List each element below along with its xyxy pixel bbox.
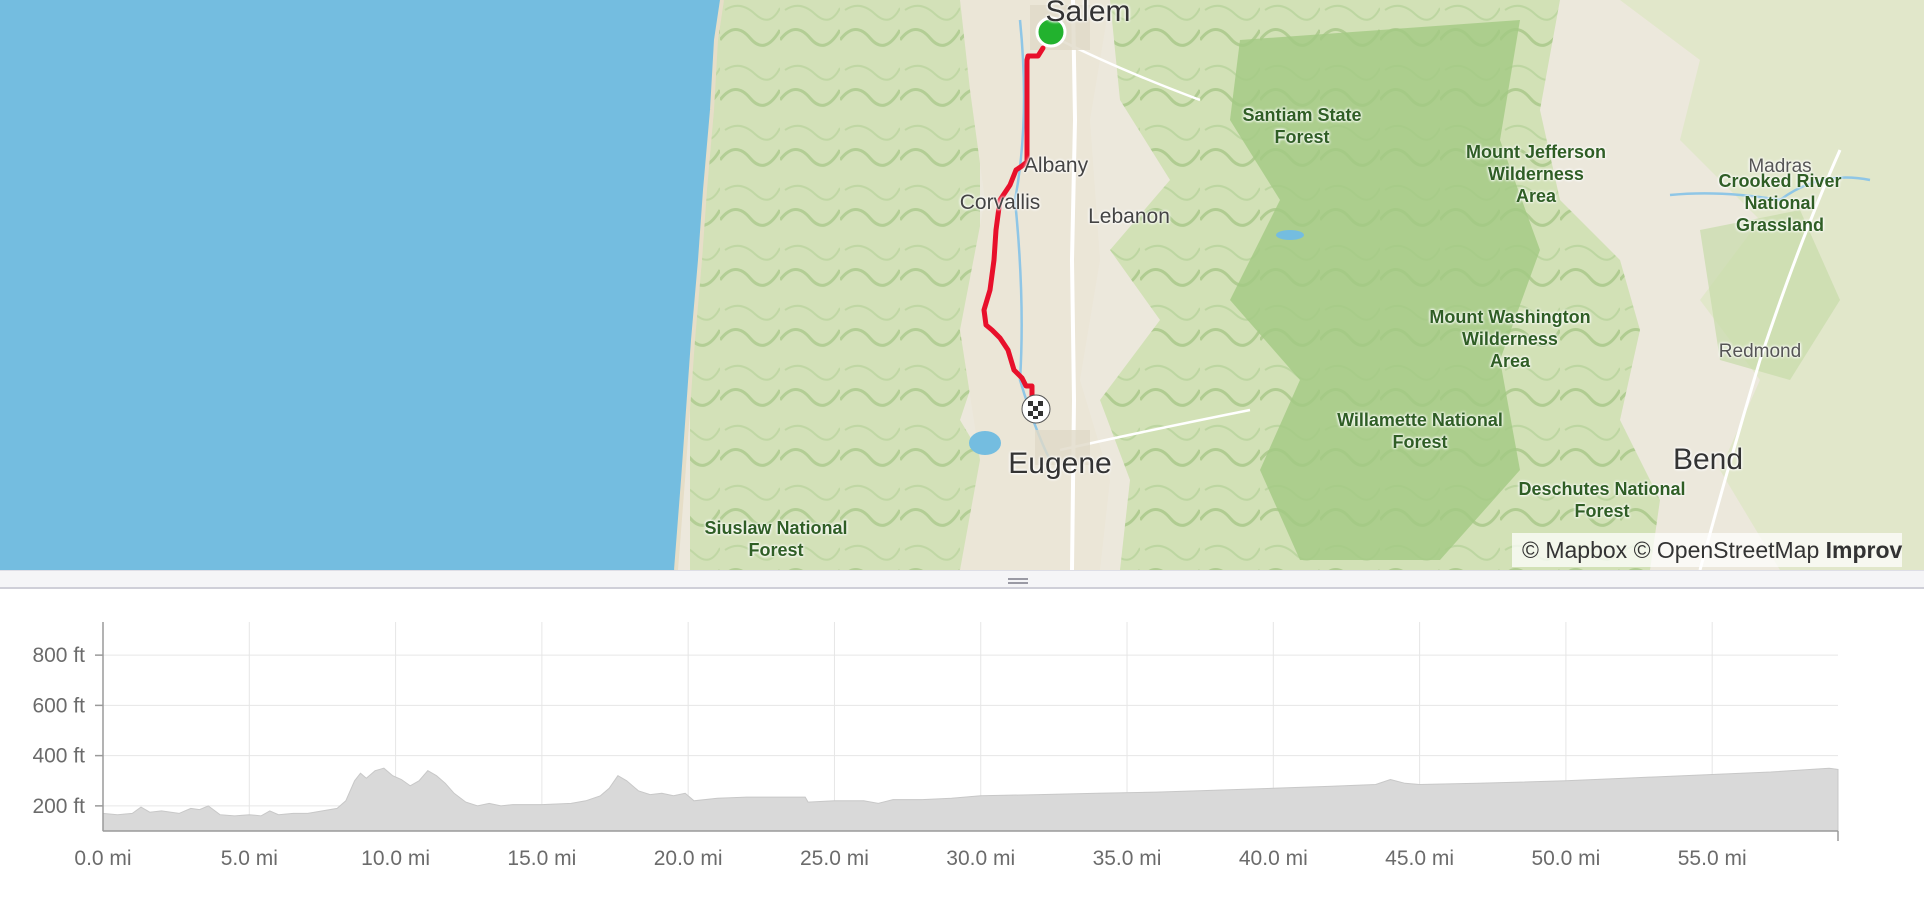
elevation-chart-svg: 200 ft 400 ft 600 ft 800 ft 0.0 mi 5.0 mi 10.… [32,622,1839,870]
attribution-improve-link[interactable]: Improv [1826,537,1903,563]
resize-divider[interactable] [0,570,1924,589]
route-line [981,45,1046,403]
x-tick-label: 35.0 mi [1093,847,1162,870]
x-tick-label: 10.0 mi [361,847,430,870]
city-label-eugene: Eugene [1008,447,1112,480]
city-label-bend: Bend [1672,443,1744,476]
y-tick-label: 800 ft [32,644,85,667]
chart-area-group [102,767,1839,832]
park-label-deschutes: Deschutes National Forest [1518,479,1686,521]
map-attribution: © Mapbox © OpenStreetMap Improv [1512,533,1903,567]
park-label-willamette: Willamette National Forest [1337,410,1503,452]
attribution-osm-link[interactable]: © OpenStreetMap [1634,537,1820,563]
park-label-crooked-river: Crooked River National Grassland [1718,171,1842,235]
park-label-siuslaw: Siuslaw National Forest [704,518,848,560]
elevation-area [102,767,1839,832]
city-label-lebanon: Lebanon [1088,205,1170,228]
city-label-salem: Salem [1045,0,1131,28]
city-label-corvallis: Corvallis [959,191,1041,214]
x-tick-labels: 0.0 mi 5.0 mi 10.0 mi 15.0 mi 20.0 mi 25.0 mi… [74,847,1746,870]
x-tick-label: 15.0 mi [507,847,576,870]
x-tick-label: 20.0 mi [654,847,723,870]
y-tick-label: 600 ft [32,694,85,717]
park-label-mount-washington: Mount Washington Wilderness Area [1429,307,1591,371]
x-tick-label: 50.0 mi [1531,847,1600,870]
city-label-redmond: Redmond [1718,341,1802,362]
x-tick-label: 0.0 mi [74,847,131,870]
elevation-chart[interactable]: 200 ft 400 ft 600 ft 800 ft 0.0 mi 5.0 mi 10.… [0,590,1924,898]
x-tick-label: 25.0 mi [800,847,869,870]
x-tick-label: 55.0 mi [1678,847,1747,870]
y-tick-labels: 200 ft 400 ft 600 ft 800 ft [32,644,85,818]
attribution-mapbox-link[interactable]: © Mapbox [1522,537,1627,563]
finish-marker [1021,394,1051,424]
route-map[interactable]: Salem Albany Corvallis Lebanon Eugene Ma… [0,0,1924,570]
x-tick-label: 30.0 mi [946,847,1015,870]
x-tick-label: 5.0 mi [221,847,278,870]
x-tick-label: 40.0 mi [1239,847,1308,870]
x-tick-label: 45.0 mi [1385,847,1454,870]
y-tick-label: 200 ft [32,795,85,818]
drag-handle-icon[interactable] [1008,578,1028,584]
city-label-albany: Albany [1023,154,1089,177]
park-label-santiam: Santiam State Forest [1242,105,1362,147]
y-tick-label: 400 ft [32,745,85,768]
park-label-mount-jefferson: Mount Jefferson Wilderness Area [1465,142,1607,206]
